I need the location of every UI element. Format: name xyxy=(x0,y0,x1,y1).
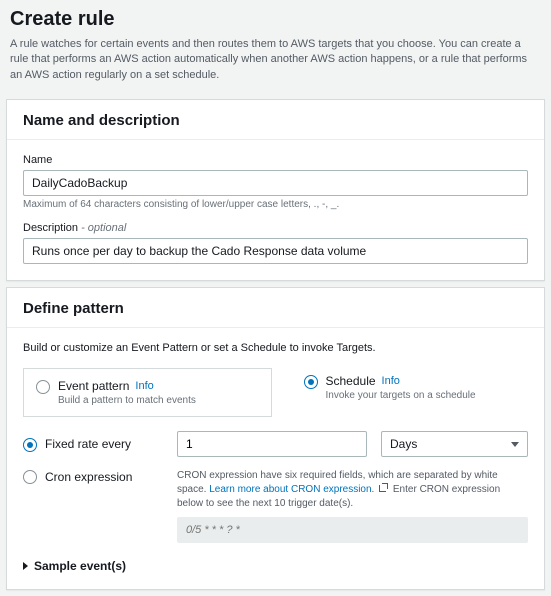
external-link-icon xyxy=(379,483,388,492)
schedule-radio[interactable] xyxy=(304,375,318,389)
define-pattern-panel: Define pattern Build or customize an Eve… xyxy=(6,287,545,590)
fixed-rate-unit-select[interactable]: Days xyxy=(381,431,528,457)
cron-description: CRON expression have six required fields… xyxy=(177,469,528,511)
description-optional: - optional xyxy=(78,222,126,234)
name-label: Name xyxy=(23,154,528,166)
sample-events-label: Sample event(s) xyxy=(34,559,126,573)
fixed-rate-radio[interactable] xyxy=(23,438,37,452)
name-desc-heading: Name and description xyxy=(23,112,528,129)
cron-expression-input xyxy=(177,517,528,543)
sample-events-toggle[interactable]: Sample event(s) xyxy=(23,559,528,573)
cron-learn-more-link[interactable]: Learn more about CRON expression. xyxy=(209,484,374,495)
cron-radio[interactable] xyxy=(23,470,37,484)
schedule-sub: Invoke your targets on a schedule xyxy=(326,390,476,401)
cron-label: Cron expression xyxy=(45,470,132,484)
event-pattern-option[interactable]: Event pattern Info Build a pattern to ma… xyxy=(23,368,272,417)
pattern-intro: Build or customize an Event Pattern or s… xyxy=(23,342,528,354)
name-description-panel: Name and description Name Maximum of 64 … xyxy=(6,99,545,281)
description-label-text: Description xyxy=(23,222,78,234)
schedule-option[interactable]: Schedule Info Invoke your targets on a s… xyxy=(302,368,529,417)
chevron-down-icon xyxy=(511,442,519,447)
name-input[interactable] xyxy=(23,170,528,196)
schedule-label: Schedule xyxy=(326,374,376,388)
fixed-rate-unit-value: Days xyxy=(390,437,417,451)
name-hint: Maximum of 64 characters consisting of l… xyxy=(23,199,528,210)
page-description: A rule watches for certain events and th… xyxy=(10,37,541,83)
define-pattern-heading: Define pattern xyxy=(23,300,528,317)
event-pattern-sub: Build a pattern to match events xyxy=(58,395,196,406)
fixed-rate-label: Fixed rate every xyxy=(45,437,131,451)
description-label: Description - optional xyxy=(23,222,528,234)
schedule-info-link[interactable]: Info xyxy=(382,375,400,387)
fixed-rate-value-input[interactable] xyxy=(177,431,367,457)
event-pattern-label: Event pattern xyxy=(58,379,129,393)
caret-right-icon xyxy=(23,562,28,570)
description-input[interactable] xyxy=(23,238,528,264)
event-pattern-radio[interactable] xyxy=(36,380,50,394)
page-title: Create rule xyxy=(10,8,541,31)
event-pattern-info-link[interactable]: Info xyxy=(135,380,153,392)
